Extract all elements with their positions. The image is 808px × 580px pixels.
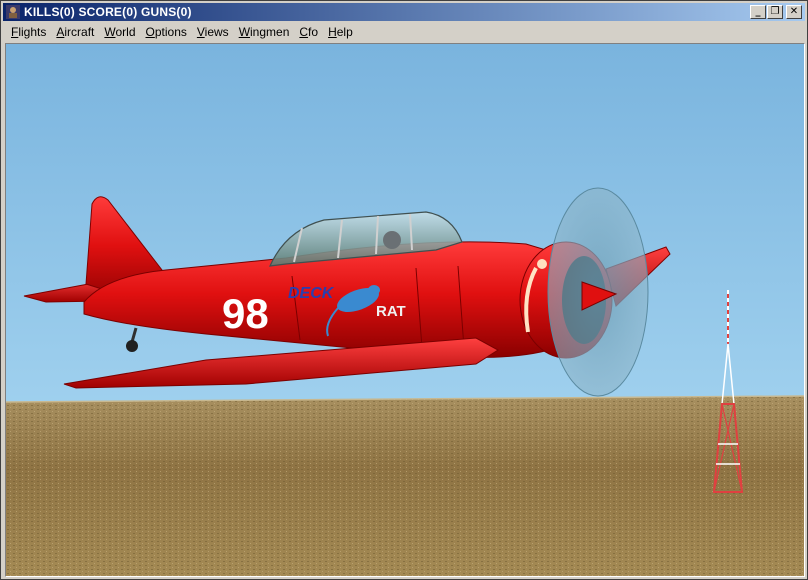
- close-button[interactable]: ✕: [786, 5, 802, 19]
- window-controls: _ ❐ ✕: [749, 5, 802, 19]
- minimize-button[interactable]: _: [750, 5, 766, 19]
- window-title: KILLS(0) SCORE(0) GUNS(0): [24, 5, 192, 19]
- nose-art-bottom: RAT: [376, 303, 406, 320]
- menu-options[interactable]: Options: [141, 25, 192, 39]
- menu-world[interactable]: World: [99, 25, 140, 39]
- restore-button[interactable]: ❐: [767, 5, 783, 19]
- menu-wingmen[interactable]: Wingmen: [234, 25, 295, 39]
- nose-art-top: DECK: [288, 285, 335, 302]
- aircraft-number: 98: [222, 290, 269, 337]
- menu-flights[interactable]: Flights: [3, 25, 51, 39]
- scene-canvas: 98 DECK RAT: [6, 44, 804, 576]
- flight-view[interactable]: 98 DECK RAT: [5, 43, 805, 577]
- menu-cfo[interactable]: Cfo: [294, 25, 323, 39]
- menu-help[interactable]: Help: [323, 25, 358, 39]
- game-window: KILLS(0) SCORE(0) GUNS(0) _ ❐ ✕ Flights …: [0, 0, 808, 580]
- menu-views[interactable]: Views: [192, 25, 234, 39]
- menu-bar: Flights Aircraft World Options Views Win…: [3, 22, 805, 42]
- title-bar[interactable]: KILLS(0) SCORE(0) GUNS(0) _ ❐ ✕: [3, 3, 805, 21]
- menu-aircraft[interactable]: Aircraft: [51, 25, 99, 39]
- app-icon[interactable]: [6, 5, 20, 19]
